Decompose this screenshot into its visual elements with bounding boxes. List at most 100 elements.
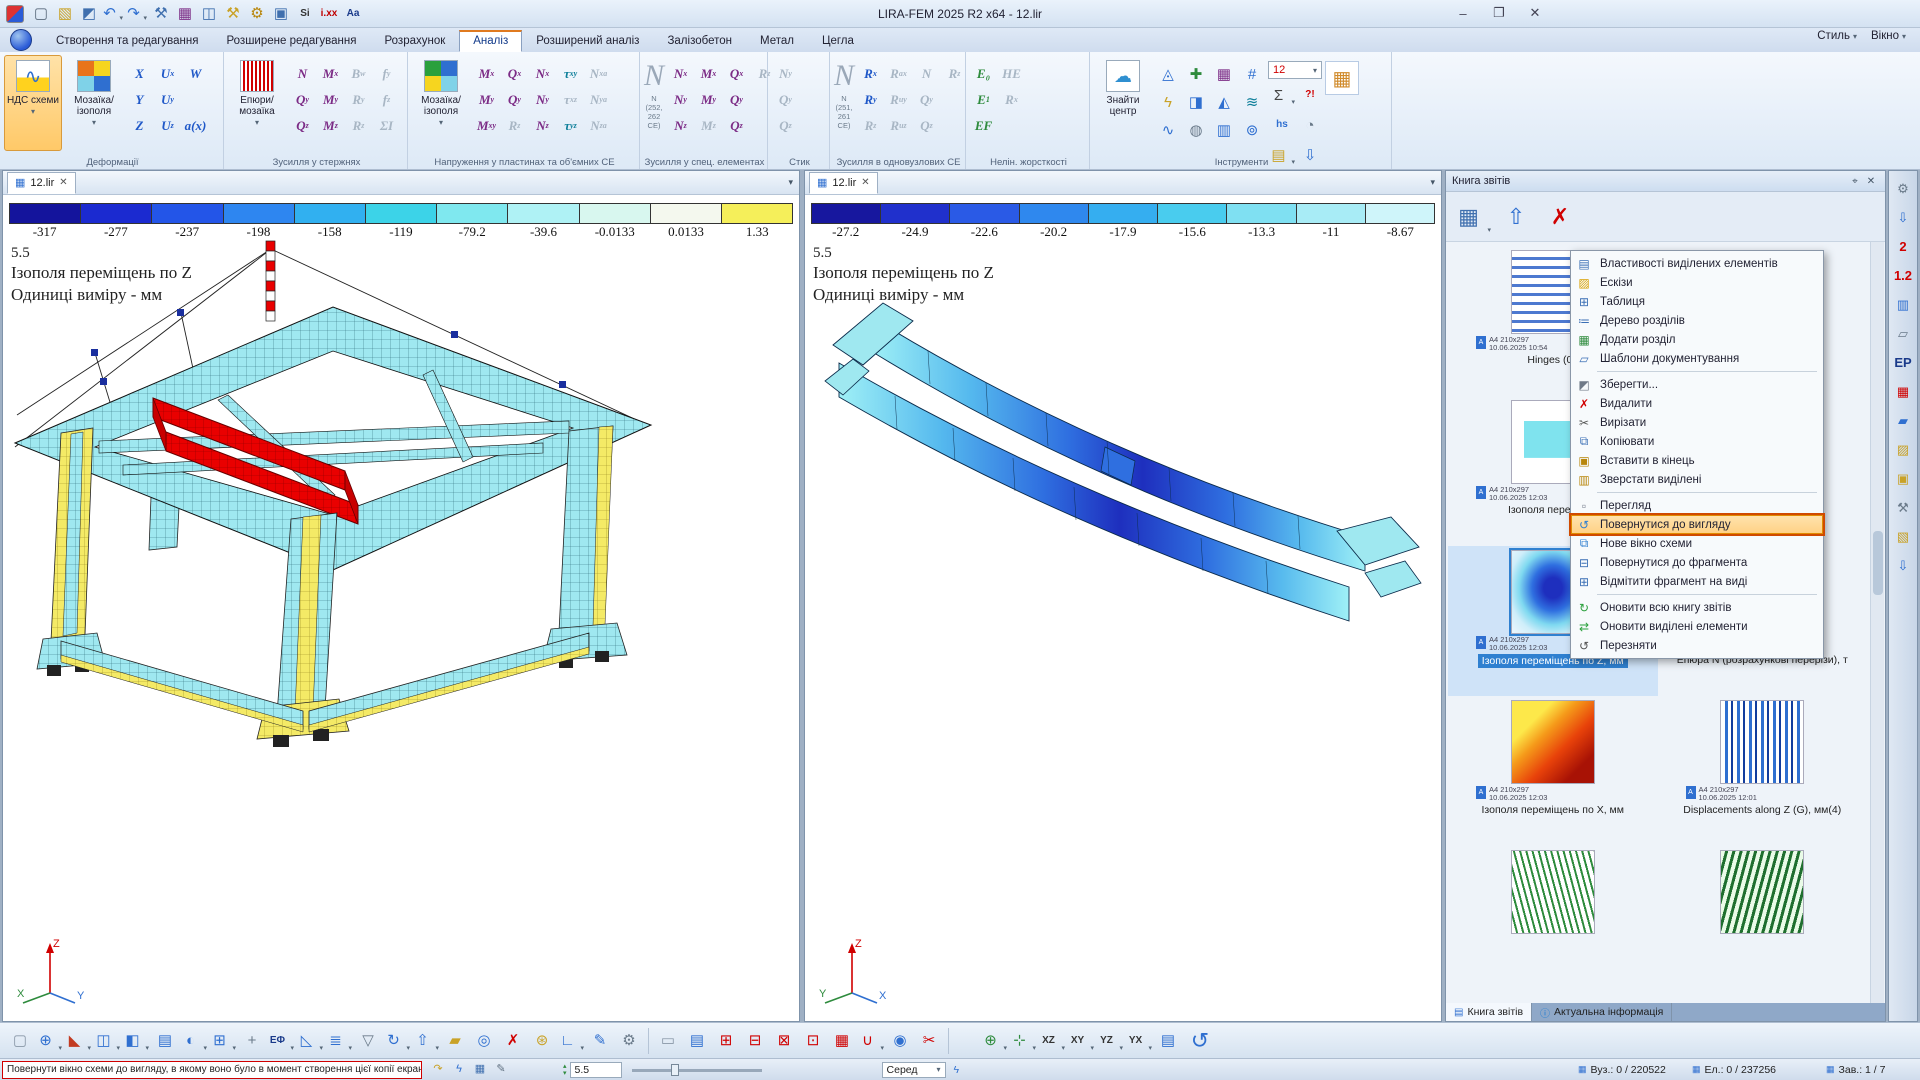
ribbon-tab-3[interactable]: Розрахунок bbox=[370, 31, 459, 52]
ribbon-letter-button[interactable]: Mz bbox=[317, 113, 344, 138]
edge-red-grid-button[interactable]: ▦ bbox=[1891, 379, 1915, 403]
edge-palette-button[interactable]: ▨ bbox=[1891, 437, 1915, 461]
pack-tool-button[interactable]: ⚒ bbox=[150, 3, 172, 25]
frame-button[interactable]: ▭ bbox=[654, 1027, 682, 1055]
tool-half-button[interactable]: ◨ bbox=[1183, 89, 1209, 115]
tool-mosaic-button[interactable]: ▦ bbox=[1211, 61, 1237, 87]
viewport-menu-button[interactable]: ▾ bbox=[1430, 177, 1435, 188]
zoom-button[interactable]: ◎ bbox=[470, 1027, 498, 1055]
redo-button[interactable]: ↷▾ bbox=[126, 3, 148, 25]
slider-knob[interactable] bbox=[671, 1064, 679, 1076]
ribbon-letter-button[interactable]: Nza bbox=[585, 113, 612, 138]
ribbon-letter-button[interactable]: Qz bbox=[289, 113, 316, 138]
ribbon-letter-button[interactable]: E₀ bbox=[970, 61, 997, 86]
timer-button[interactable]: ◔ bbox=[1296, 111, 1324, 139]
ribbon-letter-button[interactable]: Ny bbox=[529, 87, 556, 112]
l-section-button[interactable]: ∟▾ bbox=[557, 1027, 585, 1055]
plane-yz-button[interactable]: YZ▾ bbox=[1096, 1027, 1124, 1055]
epure-mosaic-button[interactable]: Епюри/мозаїка▾ bbox=[228, 55, 286, 151]
ixx-format-button[interactable]: i.xx bbox=[318, 3, 340, 25]
ribbon-letter-button[interactable]: X bbox=[126, 61, 153, 86]
open-file-button[interactable]: ▧ bbox=[54, 3, 76, 25]
context-menu-item-3[interactable]: ⊞Таблиця bbox=[1571, 292, 1823, 311]
font-style-button[interactable]: Aa bbox=[342, 3, 364, 25]
layers-button[interactable]: ≣▾ bbox=[325, 1027, 353, 1055]
context-menu-item-1[interactable]: ▤Властивості виділених елементів bbox=[1571, 254, 1823, 273]
minimize-button[interactable]: – bbox=[1448, 3, 1478, 23]
ribbon-letter-button[interactable]: My bbox=[473, 87, 500, 112]
cut-button[interactable]: ✂ bbox=[915, 1027, 943, 1055]
report-move-up-button[interactable]: ⇧ bbox=[1496, 197, 1536, 237]
ribbon-letter-button[interactable]: Qz bbox=[723, 113, 750, 138]
ef-display-button[interactable]: ЕФ▾ bbox=[267, 1027, 295, 1055]
move-axes-button[interactable]: ⊕▾ bbox=[980, 1027, 1008, 1055]
grid-view-button[interactable]: ⊞▾ bbox=[209, 1027, 237, 1055]
select-marquee-button[interactable]: ▢ bbox=[6, 1027, 34, 1055]
brush-button[interactable]: ▰ bbox=[441, 1027, 469, 1055]
document-tab[interactable]: ▦ 12.lir ✕ bbox=[7, 172, 76, 194]
ribbon-letter-button[interactable]: Nz bbox=[529, 113, 556, 138]
tab-close-icon[interactable]: ✕ bbox=[861, 177, 869, 188]
card-button[interactable]: ▤ bbox=[683, 1027, 711, 1055]
box-tool-button[interactable]: ▣ bbox=[270, 3, 292, 25]
context-menu-item-19[interactable]: ⊞Відмітити фрагмент на виді bbox=[1571, 572, 1823, 591]
red-grid-3-button[interactable]: ⊠ bbox=[770, 1027, 798, 1055]
edge-bar-button[interactable]: ▰ bbox=[1891, 408, 1915, 432]
pencil-button[interactable]: ✎ bbox=[586, 1027, 614, 1055]
ribbon-letter-button[interactable]: Nx bbox=[529, 61, 556, 86]
ribbon-letter-button[interactable]: Nxa bbox=[585, 61, 612, 86]
section-view-button[interactable]: ◫▾ bbox=[93, 1027, 121, 1055]
plate-mosaic-button[interactable]: Мозаїка/ізополя▾ bbox=[412, 55, 470, 151]
ribbon-letter-button[interactable]: Rx bbox=[857, 61, 884, 86]
ribbon-letter-button[interactable]: Ny bbox=[772, 61, 799, 86]
plane-xy-button[interactable]: XY▾ bbox=[1067, 1027, 1095, 1055]
ribbon-letter-button[interactable]: My bbox=[317, 87, 344, 112]
undo-button[interactable]: ↶▾ bbox=[102, 3, 124, 25]
ribbon-letter-button[interactable]: Rx bbox=[998, 87, 1025, 112]
plane-xz-button[interactable]: XZ▾ bbox=[1038, 1027, 1066, 1055]
document-tab[interactable]: ▦ 12.lir ✕ bbox=[809, 172, 878, 194]
status-flash-button[interactable]: ϟ bbox=[449, 1061, 469, 1079]
si-units-button[interactable]: Si bbox=[294, 3, 316, 25]
filter-button[interactable]: ▽ bbox=[354, 1027, 382, 1055]
find-center-button[interactable]: ☁ Знайти центр bbox=[1094, 55, 1152, 151]
scale-value-field[interactable]: 5.5 bbox=[570, 1062, 622, 1078]
ribbon-letter-button[interactable]: Qx bbox=[723, 61, 750, 86]
ribbon-letter-button[interactable]: Rz bbox=[857, 113, 884, 138]
ribbon-letter-button[interactable]: Uz bbox=[154, 113, 181, 138]
mirror-view-button[interactable]: ◧▾ bbox=[122, 1027, 150, 1055]
ribbon-letter-button[interactable]: Rz bbox=[345, 113, 372, 138]
ribbon-tab-2[interactable]: Розширене редагування bbox=[213, 31, 371, 52]
raise-element-button[interactable]: ⇧▾ bbox=[412, 1027, 440, 1055]
ribbon-letter-button[interactable]: Mx bbox=[473, 61, 500, 86]
tab-actual-info[interactable]: ⓘ Актуальна інформація bbox=[1532, 1003, 1672, 1021]
nds-scheme-button[interactable]: ∿ НДС схеми▾ bbox=[4, 55, 62, 151]
report-view-mode-button[interactable]: ▦▾ bbox=[1452, 197, 1492, 237]
display-scale-spinner[interactable]: 12▾ bbox=[1268, 61, 1322, 79]
edge-er-button[interactable]: ЕР bbox=[1891, 350, 1915, 374]
ribbon-letter-button[interactable]: Y bbox=[126, 87, 153, 112]
edge-ratio-button[interactable]: 1.2 bbox=[1891, 263, 1915, 287]
notebook-button[interactable]: ▤ bbox=[151, 1027, 179, 1055]
ribbon-letter-button[interactable]: N bbox=[289, 61, 316, 86]
ribbon-tab-5[interactable]: Розширений аналіз bbox=[522, 31, 653, 52]
tab-report-book[interactable]: ▤ Книга звітів bbox=[1446, 1003, 1532, 1021]
report-thumbnail[interactable] bbox=[1658, 846, 1868, 996]
context-menu-item-10[interactable]: ✂Вирізати bbox=[1571, 413, 1823, 432]
ribbon-tab-7[interactable]: Метал bbox=[746, 31, 808, 52]
ribbon-letter-button[interactable]: Rax bbox=[885, 61, 912, 86]
ribbon-letter-button[interactable]: Nx bbox=[667, 61, 694, 86]
ribbon-letter-button[interactable]: W bbox=[182, 61, 209, 86]
ribbon-letter-button[interactable]: Mx bbox=[695, 61, 722, 86]
ribbon-letter-button[interactable]: Rz bbox=[501, 113, 528, 138]
maximize-button[interactable]: ❐ bbox=[1484, 3, 1514, 23]
red-grid-4-button[interactable]: ⊡ bbox=[799, 1027, 827, 1055]
ribbon-letter-button[interactable]: Ruy bbox=[885, 87, 912, 112]
application-menu-button[interactable] bbox=[10, 29, 32, 51]
wedge-button[interactable]: ◺▾ bbox=[296, 1027, 324, 1055]
ribbon-letter-button[interactable]: Qx bbox=[501, 61, 528, 86]
ribbon-letter-button[interactable]: Uy bbox=[154, 87, 181, 112]
hammer-tool-button[interactable]: ⚒ bbox=[222, 3, 244, 25]
ribbon-tab-1[interactable]: Створення та редагування bbox=[42, 31, 213, 52]
ribbon-tab-8[interactable]: Цегла bbox=[808, 31, 868, 52]
